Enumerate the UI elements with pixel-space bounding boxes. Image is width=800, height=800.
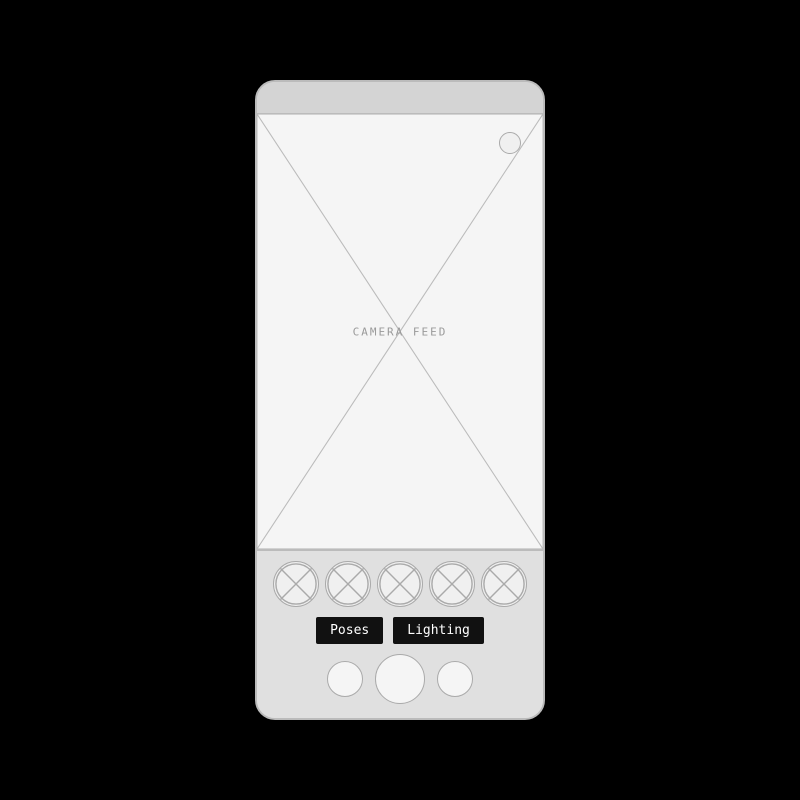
- lighting-button[interactable]: Lighting: [393, 617, 484, 644]
- control-center-button[interactable]: [375, 654, 425, 704]
- camera-feed-label: CAMERA FEED: [353, 325, 448, 338]
- camera-dot: [499, 132, 521, 154]
- controls-row: [327, 654, 473, 704]
- thumbnail-strip: [265, 561, 535, 607]
- top-bar: [257, 82, 543, 114]
- thumbnail-item-2[interactable]: [325, 561, 371, 607]
- control-left-button[interactable]: [327, 661, 363, 697]
- bottom-panel: Poses Lighting: [257, 551, 543, 718]
- control-right-button[interactable]: [437, 661, 473, 697]
- poses-button[interactable]: Poses: [316, 617, 383, 644]
- thumbnail-item-1[interactable]: [273, 561, 319, 607]
- buttons-row: Poses Lighting: [316, 617, 484, 644]
- thumbnail-item-4[interactable]: [429, 561, 475, 607]
- device-frame: CAMERA FEED: [255, 80, 545, 720]
- thumbnail-item-5[interactable]: [481, 561, 527, 607]
- thumbnail-item-3[interactable]: [377, 561, 423, 607]
- camera-feed-area: CAMERA FEED: [257, 114, 543, 551]
